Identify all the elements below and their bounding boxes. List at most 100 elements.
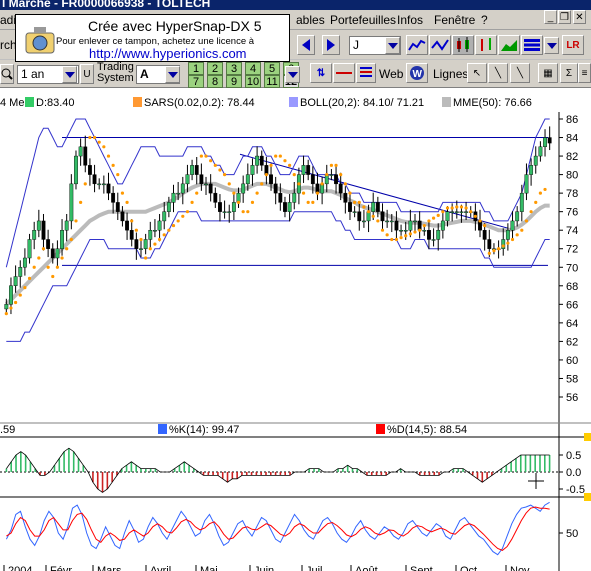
candle-body [171, 192, 176, 203]
candle-body [194, 165, 199, 175]
watermark-link[interactable]: http://www.hyperionics.com [89, 46, 247, 61]
sar-point [520, 228, 524, 232]
price-tick-label: 86 [566, 114, 578, 126]
sar-point [195, 191, 199, 195]
menu-item-fenetre[interactable]: Fenêtre [434, 13, 475, 27]
sar-point [422, 223, 426, 228]
chart-type-dropdown[interactable] [544, 37, 559, 54]
x-tick-label: Juin [254, 565, 274, 571]
sar-point [51, 274, 55, 279]
range-dropdown-button[interactable] [62, 66, 77, 83]
candle-body [134, 239, 139, 249]
trend-line [239, 153, 516, 231]
grid-button-9[interactable]: 9 [226, 75, 242, 88]
sar-point [301, 191, 306, 195]
candle-body [199, 174, 204, 185]
sar-point [385, 233, 389, 237]
sar-point [455, 205, 459, 209]
sar-point [418, 228, 422, 232]
candle-body [129, 229, 134, 240]
sar-point [125, 200, 129, 204]
red-line-button[interactable] [333, 63, 355, 83]
restore-icon[interactable]: ❐ [558, 10, 571, 24]
candlestick-button[interactable] [452, 35, 474, 55]
sar-point [227, 182, 231, 186]
close-icon[interactable]: ✕ [573, 10, 586, 24]
sar-point [464, 206, 468, 210]
candle-body [78, 146, 83, 157]
list-button[interactable] [521, 35, 543, 55]
zoom-button[interactable] [0, 64, 14, 84]
u-button[interactable]: U [80, 64, 94, 84]
price-tick-label: 80 [566, 170, 578, 182]
candle-body [301, 165, 306, 175]
grid-button-8[interactable]: 8 [207, 75, 223, 88]
grid-tool-button[interactable]: ▦ [538, 63, 558, 83]
stoch-d-line [6, 506, 550, 551]
sar-point [334, 163, 338, 167]
sort-button[interactable]: ⇅ [310, 63, 332, 83]
grid-dropdown-button[interactable] [285, 66, 300, 83]
boll-lower-line [6, 211, 550, 342]
bar-ohlc-button[interactable] [475, 35, 497, 55]
candle-body [180, 183, 185, 194]
grid-button-5[interactable]: 5 [264, 62, 280, 75]
next-button[interactable] [322, 35, 340, 55]
sar-point [478, 219, 482, 223]
menu-item-infos[interactable]: Infos [397, 13, 423, 27]
candle-body [538, 146, 543, 157]
sar-point [264, 173, 268, 177]
price-tick-label: 64 [566, 318, 578, 330]
grid-button-11[interactable]: 11 [264, 75, 280, 88]
line-tool-button[interactable]: ╲ [488, 63, 508, 83]
price-tick-label: 58 [566, 373, 578, 385]
period-dropdown-button[interactable] [385, 37, 400, 54]
area-chart-button[interactable] [498, 35, 520, 55]
sar-point [18, 293, 22, 297]
x-tick-label: Mai [200, 565, 218, 571]
candle-body [259, 155, 264, 166]
grid-button-10[interactable]: 10 [245, 75, 261, 88]
sar-point [408, 232, 412, 236]
sar-point [176, 219, 180, 223]
menu-item-help[interactable]: ? [481, 13, 488, 27]
svg-text:W: W [413, 69, 423, 80]
web-button[interactable]: W [406, 63, 428, 83]
grid-button-3[interactable]: 3 [226, 62, 242, 75]
sar-point [288, 163, 292, 167]
minimize-icon[interactable]: _ [544, 10, 557, 24]
line-tool-2-button[interactable]: ╲ [510, 63, 530, 83]
sigma-button[interactable]: Σ [560, 63, 578, 83]
lr-button[interactable]: LR [562, 35, 584, 55]
candle-body [157, 220, 162, 231]
candle-body [166, 202, 171, 212]
a-dropdown-button[interactable] [165, 66, 180, 83]
sar-point [278, 154, 282, 158]
more-button[interactable]: ≡ [578, 63, 591, 83]
pointer-tool-button[interactable]: ↖ [467, 63, 487, 83]
menu-item-tables[interactable]: ables [296, 13, 325, 27]
price-tick-label: 74 [566, 225, 578, 237]
candle-body [478, 220, 482, 231]
menu-item-portefeuilles[interactable]: Portefeuilles [330, 13, 396, 27]
sar-point [116, 173, 120, 177]
grid-button-4[interactable]: 4 [245, 62, 261, 75]
prev-button[interactable] [297, 35, 315, 55]
candle-body [250, 165, 255, 175]
sar-point [23, 286, 27, 290]
x-tick-label: Août [355, 565, 378, 571]
watermark-line1: Crée avec HyperSnap-DX 5 [88, 18, 262, 34]
grid-button-7[interactable]: 7 [188, 75, 204, 88]
area-chart-icon [501, 40, 517, 51]
sar-point [390, 237, 394, 242]
grid-button-1[interactable]: 1 [188, 62, 204, 75]
sar-point [69, 237, 73, 242]
line-chart-button[interactable] [406, 35, 428, 55]
grid-button-2[interactable]: 2 [207, 62, 223, 75]
indicator-list-button[interactable] [356, 63, 376, 83]
sar-point [292, 173, 296, 177]
polyline-chart-button[interactable] [429, 35, 451, 55]
sar-point [204, 154, 208, 158]
x-tick-label: Avril [150, 565, 171, 571]
candle-body [101, 183, 106, 186]
